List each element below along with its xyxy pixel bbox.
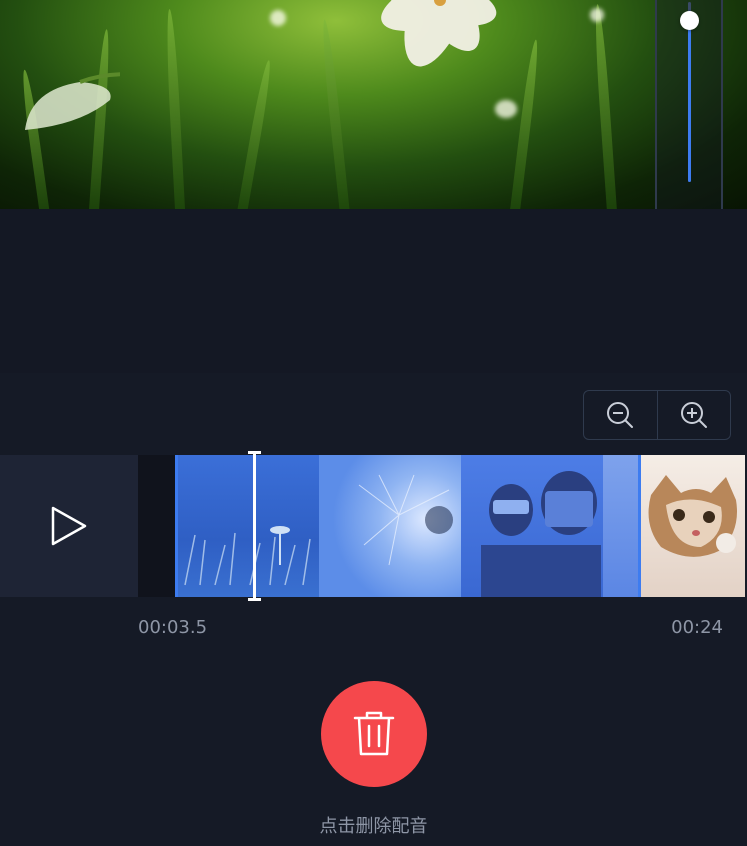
grass-blade: [236, 59, 274, 209]
zoom-out-button[interactable]: [584, 391, 657, 439]
clip-dandelion-image: [358, 474, 453, 566]
zoom-in-button[interactable]: [656, 391, 731, 439]
current-time-label: 00:03.5: [138, 617, 208, 638]
bokeh-light: [590, 8, 604, 22]
grass-blade: [592, 3, 618, 209]
zoom-in-icon: [680, 402, 707, 428]
bokeh-light: [270, 10, 286, 26]
volume-track[interactable]: [680, 2, 699, 182]
flower-bud: [25, 72, 120, 130]
clip-thumbnail[interactable]: [319, 455, 461, 597]
play-icon: [51, 506, 87, 546]
zoom-out-icon: [607, 402, 634, 428]
trash-icon: [353, 711, 395, 756]
clip-thumbnail[interactable]: [175, 455, 319, 597]
white-flower: [381, 0, 499, 67]
clip-thumbnail[interactable]: [461, 455, 603, 597]
clip-thumbnail[interactable]: [641, 455, 745, 597]
delete-caption: 点击删除配音: [319, 816, 428, 837]
timeline-gap: [138, 455, 175, 597]
grass-blade: [164, 8, 186, 209]
volume-fill: [688, 20, 691, 182]
video-preview: [0, 0, 747, 209]
playhead[interactable]: [248, 451, 261, 601]
clip-kitten-image: [648, 475, 737, 557]
volume-knob[interactable]: [680, 11, 699, 30]
preview-spacer: [0, 209, 747, 373]
zoom-controls: [583, 390, 731, 440]
play-button[interactable]: [0, 455, 138, 597]
end-time-label: 00:24: [671, 617, 723, 638]
delete-dubbing-button[interactable]: [321, 681, 427, 787]
selection-start-edge[interactable]: [175, 455, 178, 597]
clip-grass-image: [184, 526, 311, 586]
selection-end-edge[interactable]: [638, 455, 641, 597]
clip-thumbnail[interactable]: [603, 455, 641, 597]
clip-helmets-image: [481, 471, 601, 597]
